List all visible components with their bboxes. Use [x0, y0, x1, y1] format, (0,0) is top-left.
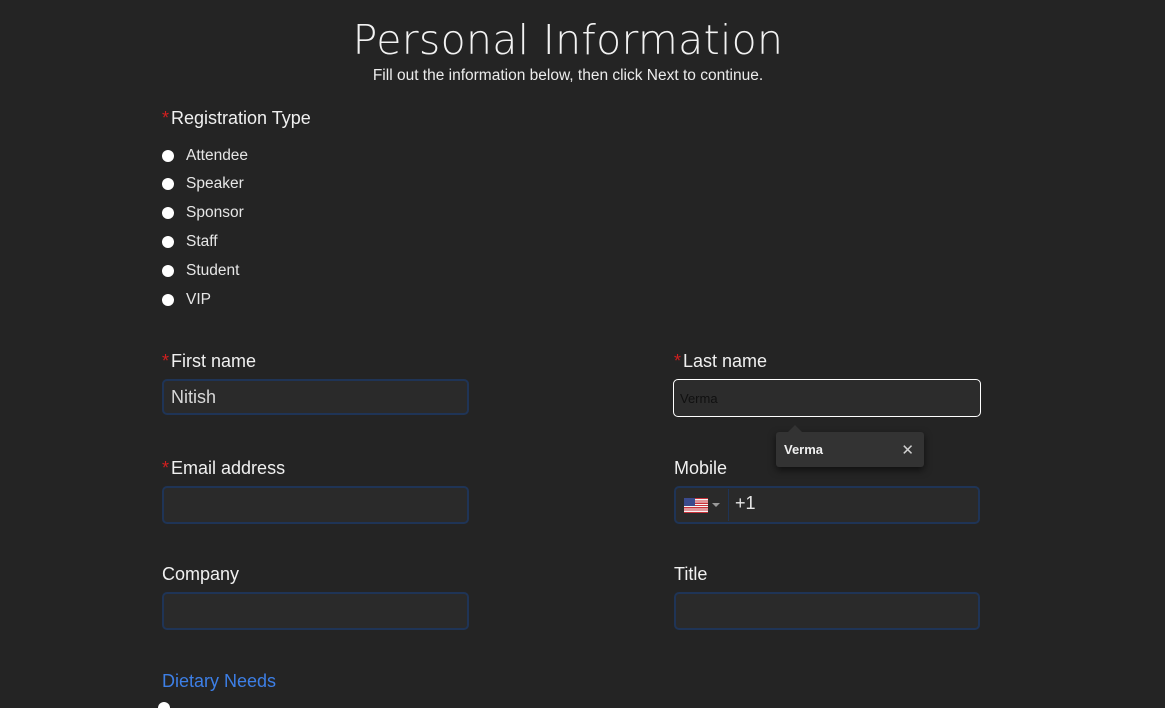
title-input[interactable]	[674, 592, 980, 630]
company-input[interactable]	[162, 592, 469, 630]
last-name-value: Verma	[680, 390, 718, 406]
radio-option-speaker[interactable]: Speaker	[162, 174, 244, 194]
registration-type-label: * Registration Type	[162, 108, 311, 129]
us-flag-icon	[684, 497, 708, 513]
dial-code: +1	[735, 493, 756, 513]
radio-button[interactable]	[162, 207, 174, 219]
radio-option-student[interactable]: Student	[162, 261, 239, 281]
required-mark: *	[162, 108, 170, 128]
email-label: * Email address	[162, 458, 285, 479]
title-label: Title	[674, 564, 708, 584]
last-name-input[interactable]: Verma	[673, 379, 981, 417]
caret-down-icon	[712, 503, 720, 507]
dietary-needs-heading: Dietary Needs	[162, 671, 277, 691]
registration-type-label-text: Registration Type	[171, 108, 311, 128]
radio-label: Attendee	[186, 147, 249, 164]
required-mark: *	[162, 351, 170, 371]
radio-option-vip[interactable]: VIP	[162, 290, 211, 310]
autofill-suggestion-text[interactable]: Verma	[784, 442, 823, 457]
first-name-label-text: First name	[171, 351, 257, 371]
radio-label: Speaker	[186, 175, 244, 192]
required-mark: *	[674, 351, 682, 371]
first-name-label: * First name	[162, 351, 256, 372]
required-mark: *	[162, 458, 170, 478]
email-input[interactable]	[162, 486, 469, 524]
radio-label: VIP	[186, 291, 211, 308]
autofill-suggestion[interactable]: Verma ✕	[776, 425, 924, 467]
mobile-label: Mobile	[674, 458, 728, 478]
first-name-input[interactable]: Nitish	[162, 379, 469, 415]
page-title: Personal Information	[352, 16, 784, 64]
radio-button[interactable]	[158, 702, 170, 708]
radio-button[interactable]	[162, 150, 174, 162]
radio-button[interactable]	[162, 236, 174, 248]
radio-option-attendee[interactable]: Attendee	[162, 146, 248, 166]
company-label: Company	[162, 564, 240, 584]
personal-information-page: Personal Information Fill out the inform…	[0, 0, 1165, 708]
radio-label: Sponsor	[186, 204, 244, 221]
radio-option-sponsor[interactable]: Sponsor	[162, 203, 244, 223]
radio-label: Staff	[186, 233, 218, 250]
email-label-text: Email address	[171, 458, 286, 478]
radio-option-staff[interactable]: Staff	[162, 232, 218, 252]
last-name-label: * Last name	[674, 351, 767, 372]
first-name-value: Nitish	[171, 386, 217, 407]
radio-button[interactable]	[162, 265, 174, 277]
radio-label: Student	[186, 262, 240, 279]
radio-button[interactable]	[162, 178, 174, 190]
page-subtitle: Fill out the information below, then cli…	[372, 67, 764, 84]
country-selector[interactable]	[676, 489, 729, 521]
close-icon[interactable]: ✕	[901, 441, 914, 459]
radio-button[interactable]	[162, 294, 174, 306]
last-name-label-text: Last name	[683, 351, 768, 371]
